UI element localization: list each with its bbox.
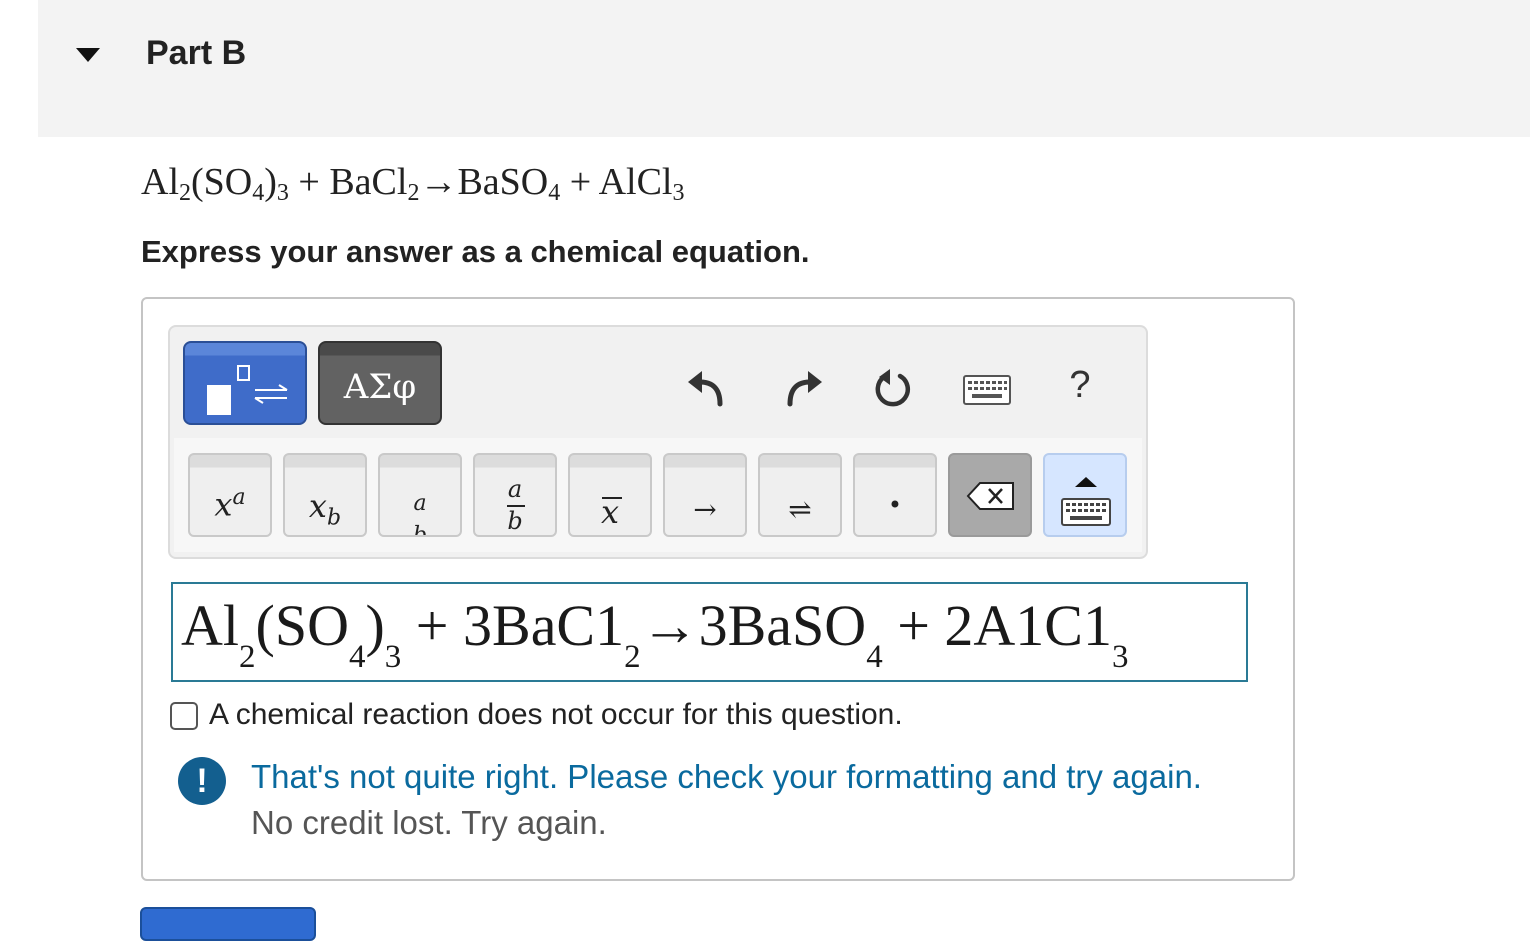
- equation-text: →3BaSO: [640, 593, 867, 658]
- reaction-arrow-key[interactable]: →: [663, 453, 747, 537]
- equation-subscript: 4: [866, 639, 883, 675]
- equilibrium-key[interactable]: ⇌: [758, 453, 842, 537]
- equation-subscript: 3: [1111, 639, 1129, 675]
- equation-subscript: 3: [672, 180, 685, 206]
- fraction-inline-den: b: [412, 523, 428, 537]
- equation-text: Al: [181, 593, 239, 658]
- backspace-icon: [966, 482, 1014, 510]
- equation-text: (SO: [191, 161, 253, 203]
- dot-key[interactable]: •: [853, 453, 937, 537]
- symbols-label: ΑΣφ: [343, 367, 417, 407]
- equation-subscript: 2: [239, 639, 256, 675]
- symbols-mode-button[interactable]: ΑΣφ: [318, 341, 442, 425]
- no-reaction-checkbox[interactable]: [170, 702, 198, 730]
- arrow-label: →: [693, 493, 717, 526]
- equation-text: ): [264, 161, 277, 203]
- reset-icon[interactable]: [870, 366, 914, 410]
- fraction-inline-num: a: [413, 491, 427, 516]
- equation-text: ): [365, 593, 385, 658]
- templates-icon: [207, 365, 288, 415]
- superscript-base: x: [214, 485, 233, 524]
- collapse-triangle-icon[interactable]: [75, 46, 101, 64]
- feedback-message: That's not quite right. Please check you…: [251, 758, 1202, 795]
- subscript-base: x: [308, 487, 327, 525]
- backspace-key[interactable]: [948, 453, 1032, 537]
- fraction-num: a: [507, 475, 523, 503]
- equation-text: + BaCl: [288, 161, 408, 203]
- keyboard-shortcuts-icon[interactable]: [962, 366, 1012, 410]
- equation-text: (SO: [255, 593, 349, 658]
- superscript-exp: a: [232, 485, 246, 510]
- feedback-sub-message: No credit lost. Try again.: [251, 804, 607, 841]
- fraction-key[interactable]: a b: [473, 453, 557, 537]
- equation-text: + 3BaC1: [401, 593, 625, 658]
- instruction-text: Express your answer as a chemical equati…: [141, 234, 810, 269]
- equation-text: →BaSO: [419, 161, 549, 203]
- equilibrium-label: ⇌: [788, 493, 812, 526]
- templates-mode-button[interactable]: [183, 341, 307, 425]
- equation-subscript: 2: [179, 180, 191, 206]
- fraction-den: b: [507, 507, 523, 535]
- superscript-key[interactable]: xa: [188, 453, 272, 537]
- dot-label: •: [887, 491, 903, 519]
- redo-icon[interactable]: [782, 366, 826, 410]
- equation-subscript: 4: [548, 180, 561, 206]
- equation-subscript: 3: [276, 180, 289, 206]
- fraction-inline-key[interactable]: a b: [378, 453, 462, 537]
- alert-icon: !: [178, 757, 226, 805]
- part-title: Part B: [146, 34, 247, 72]
- equation-subscript: 4: [252, 180, 265, 206]
- equation-text: + 2A1C1: [882, 593, 1112, 658]
- undo-icon[interactable]: [684, 366, 728, 410]
- equation-subscript: 2: [624, 639, 641, 675]
- help-button[interactable]: ?: [1062, 364, 1098, 412]
- answer-equation: Al2(SO4)3 + 3BaC12→3BaSO4 + 2A1C13: [181, 592, 1128, 676]
- show-keyboard-key[interactable]: [1043, 453, 1127, 537]
- subscript-sub: b: [326, 505, 342, 531]
- equation-subscript: 3: [384, 639, 402, 675]
- equation-subscript: 2: [407, 180, 420, 206]
- equation-text: Al: [141, 161, 179, 203]
- part-header: [38, 0, 1530, 137]
- overline-x: x: [600, 493, 620, 531]
- answer-input-field[interactable]: Al2(SO4)3 + 3BaC12→3BaSO4 + 2A1C13: [171, 582, 1248, 682]
- equation-subscript: 4: [348, 639, 366, 675]
- overline-key[interactable]: x: [568, 453, 652, 537]
- submit-button[interactable]: [140, 907, 316, 941]
- no-reaction-label: A chemical reaction does not occur for t…: [209, 698, 903, 731]
- problem-equation: Al2(SO4)3 + BaCl2→BaSO4 + AlCl3: [141, 160, 684, 207]
- subscript-key[interactable]: xb: [283, 453, 367, 537]
- keyboard-toggle-icon: [1061, 477, 1111, 526]
- equation-text: + AlCl: [560, 161, 673, 203]
